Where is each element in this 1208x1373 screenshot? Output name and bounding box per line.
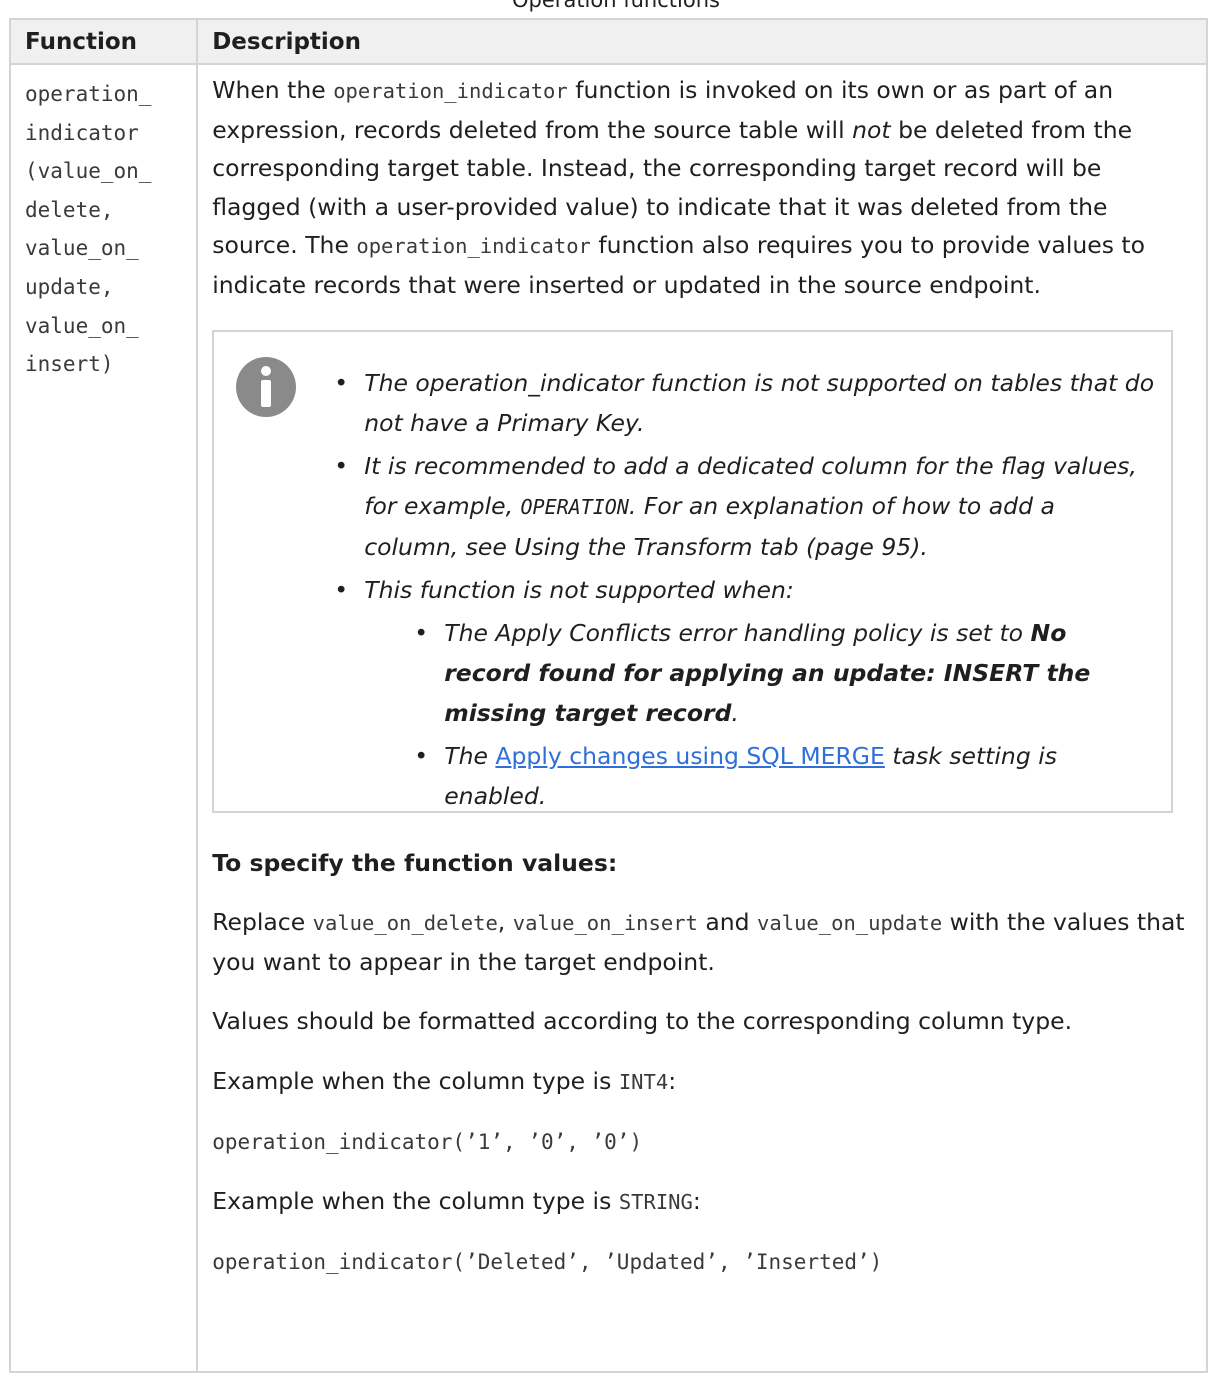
note-box: • The operation_indicator function is not… — [212, 329, 1174, 813]
note-sublist: • The Apply Conflicts error handling poli… — [414, 613, 1144, 816]
note-subitem: • The Apply changes using SQL MERGE task … — [414, 741, 1057, 810]
sql-merge-link[interactable]: Apply changes using SQL MERGE — [495, 742, 884, 770]
table-row: operation_ indicator (value_on_ delete, … — [8, 63, 1208, 1373]
note-subitem: • The Apply Conflicts error handling poli… — [414, 618, 1091, 727]
note-list: • The operation_indicator function is not… — [334, 363, 1155, 819]
info-icon — [236, 356, 297, 417]
description-cell: When the operation_indicator function is… — [196, 63, 1208, 1373]
function-line: operation_ — [25, 82, 152, 106]
note-item: • The operation_indicator function is not… — [334, 368, 1155, 437]
function-line: insert) — [25, 352, 114, 377]
function-line: value_on_ — [25, 313, 139, 338]
function-line: value_on_ — [25, 236, 139, 261]
operation-functions-table: Function Description operation_ indicato… — [8, 18, 1208, 1373]
example-string-label: Example when the column type is STRING: — [212, 1187, 701, 1216]
table-header-row: Function Description — [8, 18, 1208, 65]
replace-paragraph: Replace value_on_delete, value_on_insert… — [212, 908, 1185, 976]
function-signature-cell: operation_ indicator (value_on_ delete, … — [8, 63, 199, 1373]
header-function: Function — [8, 18, 199, 65]
function-line: indicator — [25, 120, 139, 145]
specify-heading: To specify the function values: — [212, 848, 618, 877]
intro-paragraph: When the operation_indicator function is… — [212, 76, 1146, 299]
table-caption: Operation functions — [512, 0, 720, 12]
code-example-int4: operation_indicator(’1’, ’0’, ’0’) — [212, 1129, 643, 1154]
function-line: update, — [25, 274, 114, 299]
format-paragraph: Values should be formatted according to … — [212, 1007, 1073, 1036]
function-line: (value_on_ — [25, 159, 152, 184]
header-description: Description — [196, 18, 1208, 65]
function-line: delete, — [25, 197, 114, 222]
note-item: • This function is not supported when: • T… — [334, 570, 1154, 816]
code-example-string: operation_indicator(’Deleted’, ’Updated’… — [212, 1249, 883, 1274]
note-item: • It is recommended to add a dedicated co… — [334, 451, 1137, 561]
example-int4-label: Example when the column type is INT4: — [212, 1066, 677, 1095]
